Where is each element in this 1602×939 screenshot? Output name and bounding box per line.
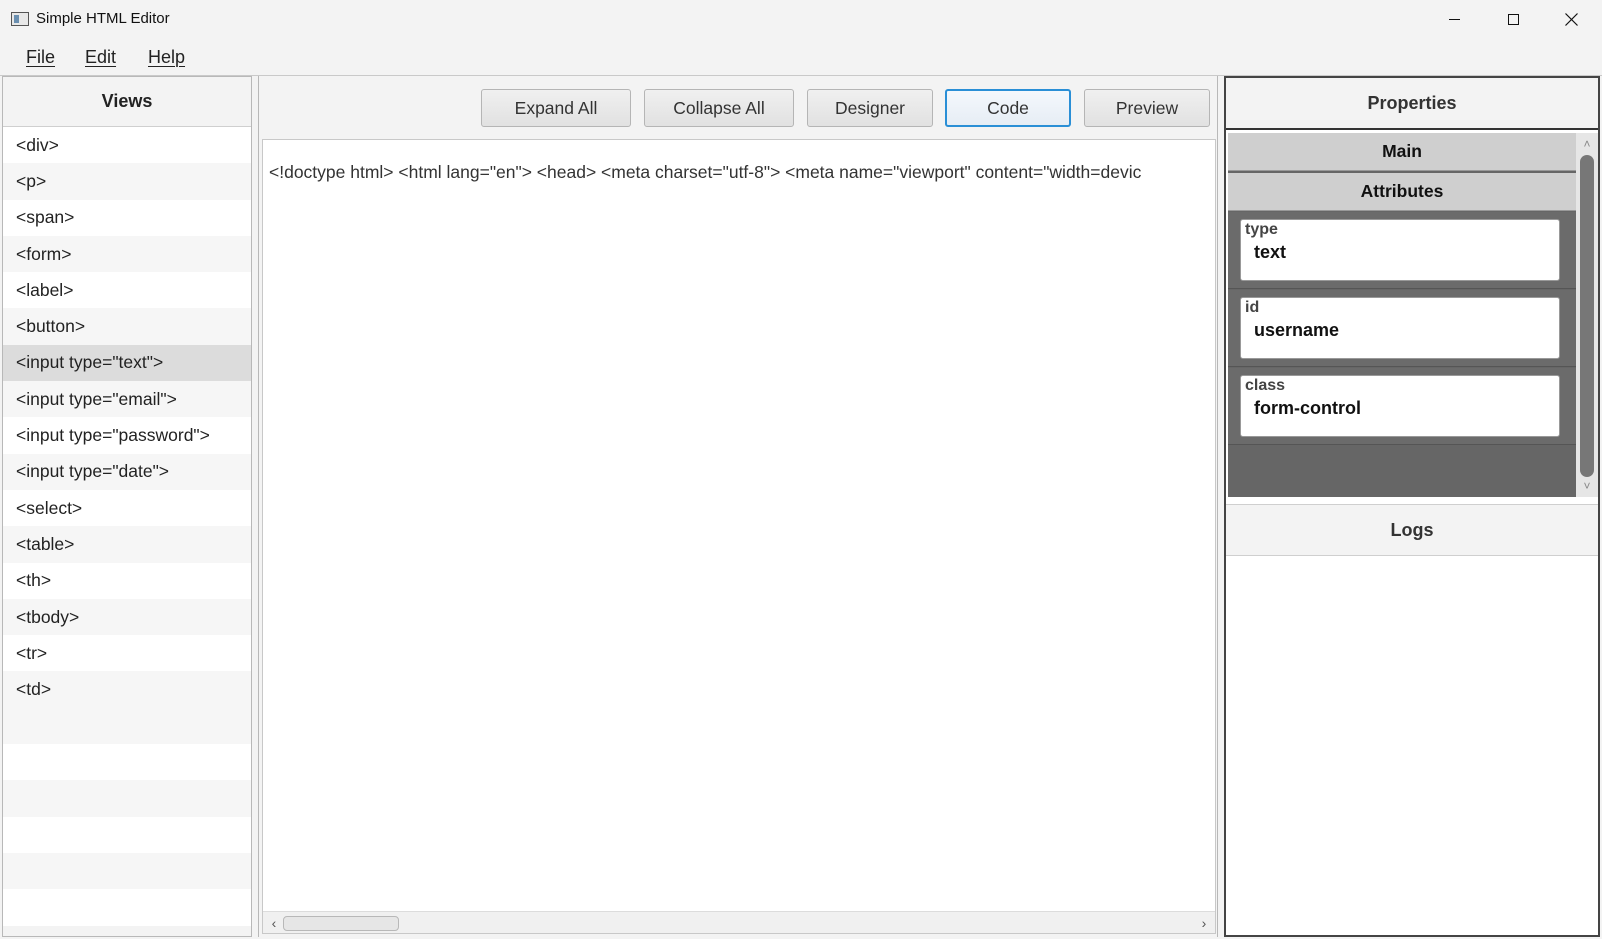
window-title: Simple HTML Editor <box>36 10 170 27</box>
attribute-type-field[interactable]: type text <box>1240 219 1560 281</box>
title-bar: Simple HTML Editor <box>0 0 1602 38</box>
designer-button[interactable]: Designer <box>807 89 933 127</box>
views-title: Views <box>3 77 251 127</box>
scroll-left-icon[interactable]: ‹ <box>265 914 283 932</box>
code-text: <!doctype html> <html lang="en"> <head> … <box>269 162 1142 182</box>
properties-panel: Properties Main Attributes type text id … <box>1224 76 1600 937</box>
menu-bar: File Edit Help <box>0 38 1602 76</box>
maximize-button[interactable] <box>1484 0 1542 38</box>
collapse-all-button[interactable]: Collapse All <box>644 89 794 127</box>
vertical-scroll-thumb[interactable] <box>1580 155 1594 477</box>
editor-panel: Expand All Collapse All Designer Code Pr… <box>258 76 1218 937</box>
views-list-item[interactable]: <p> <box>3 163 251 200</box>
views-panel: Views <div> <p> <span> <form> <label> <button… <box>2 76 252 937</box>
views-list-item[interactable]: <tbody> <box>3 598 251 636</box>
attribute-name: id <box>1245 299 1260 316</box>
attribute-name: type <box>1245 221 1278 238</box>
code-button[interactable]: Code <box>945 89 1071 127</box>
preview-button[interactable]: Preview <box>1084 89 1210 127</box>
views-list-item[interactable]: <span> <box>3 199 251 236</box>
main-section-header[interactable]: Main <box>1228 133 1576 171</box>
close-icon <box>1564 12 1578 26</box>
close-button[interactable] <box>1542 0 1600 38</box>
views-list-item[interactable]: <div> <box>3 127 251 164</box>
views-list-item[interactable]: <input type="text"> <box>3 344 251 382</box>
menu-edit[interactable]: Edit <box>85 47 116 68</box>
menu-file[interactable]: File <box>26 47 55 68</box>
scroll-down-icon[interactable]: ˅ <box>1576 477 1598 495</box>
code-editor[interactable]: <!doctype html> <html lang="en"> <head> … <box>262 139 1216 934</box>
views-list-item[interactable]: <th> <box>3 562 251 599</box>
views-list: <div> <p> <span> <form> <label> <button> <inpu… <box>3 127 251 708</box>
properties-title: Properties <box>1226 78 1598 130</box>
minimize-icon <box>1448 18 1460 20</box>
scroll-right-icon[interactable]: › <box>1195 914 1213 932</box>
attribute-row-type: type text <box>1228 212 1576 289</box>
views-list-item[interactable]: <input type="password"> <box>3 417 251 454</box>
menu-help[interactable]: Help <box>148 47 185 68</box>
views-list-item[interactable]: <td> <box>3 671 251 708</box>
views-list-item[interactable]: <input type="email"> <box>3 381 251 418</box>
views-list-item[interactable]: <input type="date"> <box>3 453 251 490</box>
properties-body: Main Attributes type text id username cl… <box>1228 133 1576 497</box>
maximize-icon <box>1507 13 1519 25</box>
horizontal-scrollbar[interactable]: ‹ › <box>263 911 1215 933</box>
vertical-scrollbar[interactable]: ˄ ˅ <box>1576 133 1598 497</box>
views-list-item[interactable]: <tr> <box>3 635 251 672</box>
views-list-item[interactable]: <label> <box>3 272 251 309</box>
attribute-value: username <box>1254 320 1340 340</box>
logs-area[interactable] <box>1226 556 1598 935</box>
views-list-item[interactable]: <table> <box>3 526 251 563</box>
views-list-item[interactable]: <select> <box>3 489 251 527</box>
attribute-row-class: class form-control <box>1228 368 1576 445</box>
attributes-section-header[interactable]: Attributes <box>1228 173 1576 211</box>
logs-title: Logs <box>1226 504 1598 556</box>
attribute-row-id: id username <box>1228 290 1576 367</box>
app-icon <box>11 12 29 26</box>
views-list-item[interactable]: <button> <box>3 308 251 345</box>
attribute-class-field[interactable]: class form-control <box>1240 375 1560 437</box>
scroll-up-icon[interactable]: ˄ <box>1576 135 1598 153</box>
views-list-item[interactable]: <form> <box>3 235 251 273</box>
expand-all-button[interactable]: Expand All <box>481 89 631 127</box>
views-list-empty-area <box>3 707 251 926</box>
attribute-id-field[interactable]: id username <box>1240 297 1560 359</box>
attribute-value: form-control <box>1254 398 1361 418</box>
attribute-value: text <box>1254 242 1287 262</box>
minimize-button[interactable] <box>1425 0 1483 38</box>
attribute-name: class <box>1245 377 1286 394</box>
horizontal-scroll-thumb[interactable] <box>283 916 399 931</box>
